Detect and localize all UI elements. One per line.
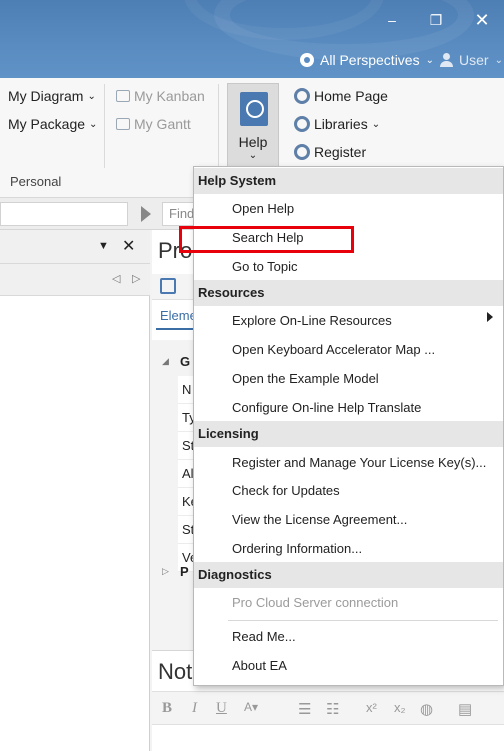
menu-section-resources: Resources: [194, 280, 503, 306]
superscript-icon[interactable]: x²: [366, 700, 377, 715]
my-gantt-label: My Gantt: [134, 116, 191, 132]
play-icon[interactable]: [141, 206, 151, 222]
menu-section-diagnostics: Diagnostics: [194, 562, 503, 588]
help-book-icon: [240, 92, 268, 126]
my-kanban-label: My Kanban: [134, 88, 205, 104]
hyperlink-icon[interactable]: ◍: [420, 700, 433, 718]
menu-section-licensing: Licensing: [194, 421, 503, 447]
numbered-list-icon[interactable]: ☷: [326, 700, 339, 718]
my-diagram-button[interactable]: My Diagram ⌄: [8, 88, 96, 104]
save-icon[interactable]: [160, 278, 176, 294]
menu-item-configure-help-translate[interactable]: Configure On-line Help Translate: [232, 394, 421, 422]
register-button[interactable]: Register: [294, 144, 366, 160]
menu-item-open-example-model[interactable]: Open the Example Model: [232, 365, 379, 393]
chevron-down-icon: ⌄: [87, 90, 96, 102]
maximize-button[interactable]: ❐: [424, 10, 448, 30]
chevron-down-icon: ⌄: [494, 54, 503, 66]
document-icon[interactable]: ▤: [458, 700, 472, 718]
menu-section-help-system: Help System: [194, 168, 503, 194]
perspectives-dropdown[interactable]: All Perspectives ⌄: [300, 52, 434, 68]
bullet-list-icon[interactable]: ☰: [298, 700, 311, 718]
underline-icon[interactable]: U: [216, 700, 227, 717]
tab-underline: [156, 328, 196, 330]
menu-item-view-license-agreement[interactable]: View the License Agreement...: [232, 506, 407, 534]
perspectives-label: All Perspectives: [320, 52, 420, 68]
notes-title: Not: [158, 659, 193, 684]
kanban-icon: [116, 90, 130, 102]
minimize-button[interactable]: –: [380, 10, 404, 30]
menu-item-explore-online-resources[interactable]: Explore On-Line Resources: [232, 307, 392, 335]
globe-icon: [294, 116, 310, 132]
chevron-down-icon: ⌄: [248, 150, 258, 161]
submenu-arrow-icon: [487, 312, 493, 322]
ribbon-divider: [218, 84, 219, 168]
my-package-label: My Package: [8, 116, 86, 132]
help-label: Help: [238, 134, 268, 150]
home-page-label: Home Page: [314, 88, 388, 104]
menu-item-read-me[interactable]: Read Me...: [232, 623, 296, 651]
panel-menu-icon[interactable]: ▼: [98, 240, 109, 252]
panel-close-icon[interactable]: ✕: [122, 236, 135, 256]
property-group-label: P: [180, 564, 189, 579]
user-menu[interactable]: User ⌄: [440, 52, 503, 68]
menu-item-pro-cloud-server: Pro Cloud Server connection: [232, 595, 399, 610]
user-icon: [440, 53, 453, 67]
property-group-label: G: [180, 354, 191, 369]
italic-icon[interactable]: I: [192, 700, 197, 717]
menu-item-register-license-keys[interactable]: Register and Manage Your License Key(s).…: [232, 449, 486, 477]
close-button[interactable]: ✕: [470, 10, 494, 30]
subscript-icon[interactable]: x₂: [394, 700, 406, 715]
menu-item-ordering-information[interactable]: Ordering Information...: [232, 535, 362, 563]
notes-toolbar: B I U A▾ ☰ ☷ x² x₂ ◍ ▤: [152, 691, 504, 725]
tab-element[interactable]: Eleme: [160, 308, 197, 323]
ribbon-divider: [104, 84, 105, 168]
globe-icon: [294, 88, 310, 104]
libraries-button[interactable]: Libraries ⌄: [294, 116, 380, 132]
chevron-left-icon[interactable]: ◁: [112, 272, 120, 285]
ribbon-group-personal: Personal: [10, 174, 62, 189]
bold-icon[interactable]: B: [162, 700, 172, 717]
chevron-down-icon: ⌄: [371, 118, 381, 130]
menu-item-check-for-updates[interactable]: Check for Updates: [232, 477, 340, 505]
chevron-right-icon[interactable]: ▷: [132, 272, 140, 285]
browser-panel: ▼ ✕ ◁ ▷: [0, 230, 150, 751]
my-package-button[interactable]: My Package ⌄: [8, 116, 97, 132]
libraries-label: Libraries: [314, 116, 368, 132]
highlight-box: [179, 226, 354, 253]
my-gantt-button[interactable]: My Gantt: [116, 116, 191, 132]
menu-item-about-ea[interactable]: About EA: [232, 652, 287, 680]
chevron-down-icon: ⌄: [425, 54, 434, 66]
register-label: Register: [314, 144, 367, 160]
search-input[interactable]: [0, 202, 128, 226]
menu-item-go-to-topic[interactable]: Go to Topic: [232, 253, 298, 281]
my-kanban-button[interactable]: My Kanban: [116, 88, 205, 104]
globe-icon: [294, 144, 310, 160]
menu-item-open-help[interactable]: Open Help: [232, 195, 294, 223]
browser-panel-subheader: ◁ ▷: [0, 264, 150, 296]
browser-panel-header: ▼ ✕: [0, 230, 150, 264]
help-button[interactable]: Help ⌄: [227, 83, 279, 167]
menu-separator: [228, 620, 498, 621]
chevron-down-icon: ⌄: [89, 118, 98, 130]
gantt-icon: [116, 118, 130, 130]
home-page-button[interactable]: Home Page: [294, 88, 388, 104]
menu-item-keyboard-accelerator-map[interactable]: Open Keyboard Accelerator Map ...: [232, 336, 435, 364]
user-label: User: [459, 52, 489, 68]
collapse-icon[interactable]: ▷: [162, 566, 169, 577]
font-color-icon[interactable]: A▾: [244, 700, 258, 714]
title-bar: – ❐ ✕ All Perspectives ⌄ User ⌄: [0, 0, 504, 78]
eye-icon: [300, 53, 314, 67]
expand-icon[interactable]: ◢: [162, 356, 169, 367]
my-diagram-label: My Diagram: [8, 88, 84, 104]
